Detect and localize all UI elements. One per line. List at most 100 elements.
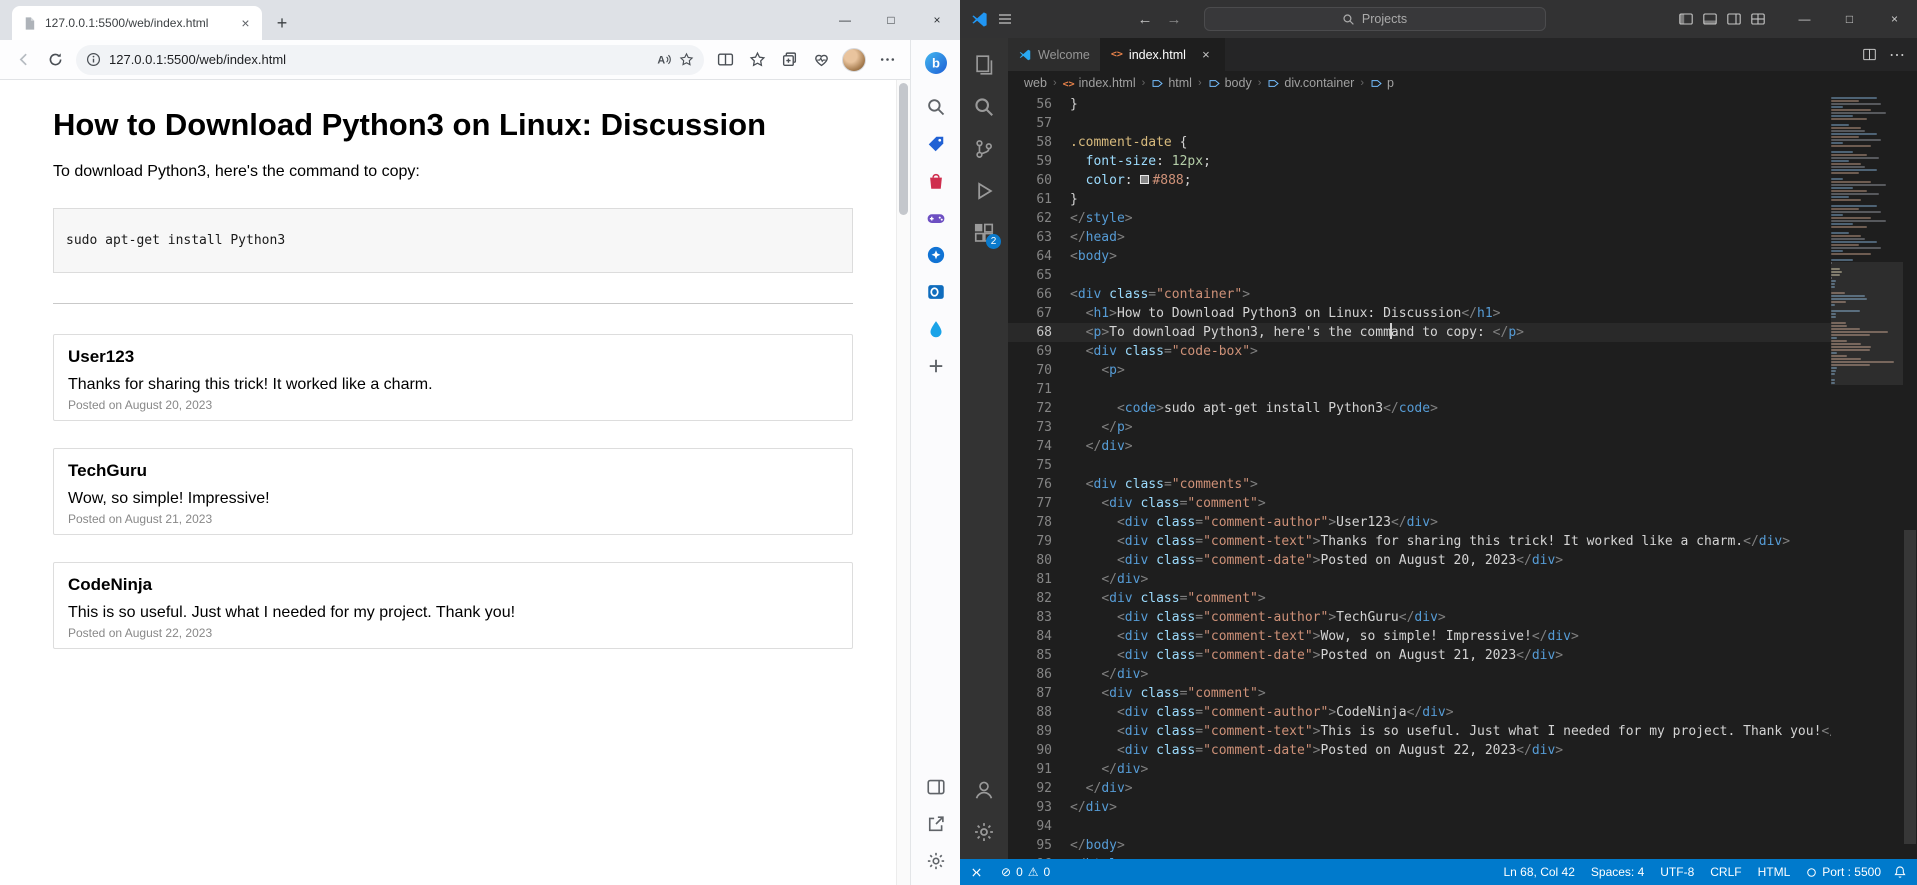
code-line[interactable]: 64<body>: [1008, 247, 1831, 266]
go-back-icon[interactable]: ←: [1138, 11, 1153, 28]
new-tab-button[interactable]: +: [268, 9, 296, 37]
eol-sequence[interactable]: CRLF: [1702, 859, 1749, 885]
code-line[interactable]: 87 <div class="comment">: [1008, 684, 1831, 703]
back-icon[interactable]: [8, 45, 38, 75]
tab-welcome[interactable]: Welcome: [1008, 38, 1101, 71]
code-line[interactable]: 82 <div class="comment">: [1008, 589, 1831, 608]
split-screen-icon[interactable]: [710, 45, 740, 75]
favorites-icon[interactable]: [742, 45, 772, 75]
split-editor-icon[interactable]: [1862, 47, 1877, 62]
code-line[interactable]: 89 <div class="comment-text">This is so …: [1008, 722, 1831, 741]
code-line[interactable]: 68 <p>To download Python3, here's the co…: [1008, 323, 1831, 342]
breadcrumb-item-body[interactable]: body: [1208, 76, 1252, 90]
command-center[interactable]: Projects: [1204, 7, 1546, 31]
minimap-slider[interactable]: [1831, 262, 1903, 385]
browser-tab[interactable]: 127.0.0.1:5500/web/index.html ×: [12, 6, 262, 40]
drop-icon[interactable]: [920, 313, 952, 345]
shopping-icon[interactable]: [920, 128, 952, 160]
tab-close-icon[interactable]: ×: [237, 15, 254, 31]
more-icon[interactable]: [872, 45, 902, 75]
code-line[interactable]: 67 <h1>How to Download Python3 on Linux:…: [1008, 304, 1831, 323]
code-line[interactable]: 95</body>: [1008, 836, 1831, 855]
code-editor[interactable]: 56}5758.comment-date {59 font-size: 12px…: [1008, 95, 1917, 859]
editor-lines[interactable]: 56}5758.comment-date {59 font-size: 12px…: [1008, 95, 1831, 859]
breadcrumb-item-index-html[interactable]: <>index.html: [1063, 76, 1136, 90]
breadcrumb-item-html[interactable]: html: [1151, 76, 1192, 90]
tab-close-icon[interactable]: ×: [1198, 47, 1214, 62]
tab-index-html[interactable]: <> index.html ×: [1101, 38, 1225, 71]
maximize-button[interactable]: □: [1827, 0, 1872, 38]
code-line[interactable]: 74 </div>: [1008, 437, 1831, 456]
maximize-button[interactable]: □: [868, 0, 914, 40]
settings-gear-icon[interactable]: [960, 811, 1008, 853]
code-line[interactable]: 85 <div class="comment-date">Posted on A…: [1008, 646, 1831, 665]
explorer-icon[interactable]: [960, 44, 1008, 86]
code-line[interactable]: 70 <p>: [1008, 361, 1831, 380]
editor-scrollbar-thumb[interactable]: [1904, 530, 1916, 843]
code-line[interactable]: 69 <div class="code-box">: [1008, 342, 1831, 361]
code-line[interactable]: 83 <div class="comment-author">TechGuru<…: [1008, 608, 1831, 627]
search-icon[interactable]: [960, 86, 1008, 128]
copilot-icon[interactable]: b: [920, 47, 952, 79]
favorite-star-icon[interactable]: [679, 52, 694, 67]
microsoft365-icon[interactable]: [920, 239, 952, 271]
code-line[interactable]: 93</div>: [1008, 798, 1831, 817]
editor-scrollbar[interactable]: [1903, 95, 1917, 859]
collections-icon[interactable]: [774, 45, 804, 75]
refresh-icon[interactable]: [40, 45, 70, 75]
page-scrollbar[interactable]: [896, 80, 910, 885]
code-line[interactable]: 60 color: #888;: [1008, 171, 1831, 190]
code-line[interactable]: 94: [1008, 817, 1831, 836]
editor-more-actions-icon[interactable]: ⋯: [1889, 45, 1905, 65]
breadcrumb-item-div-container[interactable]: div.container: [1267, 76, 1354, 90]
customize-layout-icon[interactable]: [1750, 11, 1766, 27]
close-button[interactable]: ×: [914, 0, 960, 40]
code-line[interactable]: 63</head>: [1008, 228, 1831, 247]
code-line[interactable]: 86 </div>: [1008, 665, 1831, 684]
close-button[interactable]: ×: [1872, 0, 1917, 38]
site-info-icon[interactable]: [86, 52, 101, 67]
cursor-position[interactable]: Ln 68, Col 42: [1496, 859, 1583, 885]
code-line[interactable]: 71: [1008, 380, 1831, 399]
notifications-bell-icon[interactable]: [1889, 859, 1917, 885]
breadcrumb-item-web[interactable]: web: [1024, 76, 1047, 90]
open-external-icon[interactable]: [920, 808, 952, 840]
code-line[interactable]: 81 </div>: [1008, 570, 1831, 589]
code-line[interactable]: 57: [1008, 114, 1831, 133]
code-line[interactable]: 91 </div>: [1008, 760, 1831, 779]
code-line[interactable]: 92 </div>: [1008, 779, 1831, 798]
shopping-bag-icon[interactable]: [920, 165, 952, 197]
sidebar-panel-icon[interactable]: [920, 771, 952, 803]
indentation[interactable]: Spaces: 4: [1583, 859, 1652, 885]
code-line[interactable]: 75: [1008, 456, 1831, 475]
extensions-icon[interactable]: 2: [960, 212, 1008, 254]
encoding[interactable]: UTF-8: [1652, 859, 1702, 885]
code-line[interactable]: 61}: [1008, 190, 1831, 209]
minimap[interactable]: [1831, 97, 1903, 859]
code-line[interactable]: 62</style>: [1008, 209, 1831, 228]
minimize-button[interactable]: —: [1782, 0, 1827, 38]
source-control-icon[interactable]: [960, 128, 1008, 170]
search-icon[interactable]: [920, 91, 952, 123]
run-debug-icon[interactable]: [960, 170, 1008, 212]
code-line[interactable]: 80 <div class="comment-date">Posted on A…: [1008, 551, 1831, 570]
code-line[interactable]: 56}: [1008, 95, 1831, 114]
breadcrumb-item-p[interactable]: p: [1370, 76, 1394, 90]
address-url[interactable]: 127.0.0.1:5500/web/index.html: [109, 52, 648, 67]
code-line[interactable]: 96</html>: [1008, 855, 1831, 859]
account-icon[interactable]: [960, 769, 1008, 811]
code-line[interactable]: 90 <div class="comment-date">Posted on A…: [1008, 741, 1831, 760]
code-line[interactable]: 58.comment-date {: [1008, 133, 1831, 152]
code-line[interactable]: 73 </p>: [1008, 418, 1831, 437]
essentials-icon[interactable]: [806, 45, 836, 75]
profile-avatar[interactable]: [842, 48, 866, 72]
toggle-panel-icon[interactable]: [1702, 11, 1718, 27]
code-line[interactable]: 84 <div class="comment-text">Wow, so sim…: [1008, 627, 1831, 646]
code-line[interactable]: 72 <code>sudo apt-get install Python3</c…: [1008, 399, 1831, 418]
toggle-secondary-sidebar-icon[interactable]: [1726, 11, 1742, 27]
scrollbar-thumb[interactable]: [899, 83, 908, 215]
code-line[interactable]: 88 <div class="comment-author">CodeNinja…: [1008, 703, 1831, 722]
code-line[interactable]: 77 <div class="comment">: [1008, 494, 1831, 513]
outlook-icon[interactable]: [920, 276, 952, 308]
code-line[interactable]: 59 font-size: 12px;: [1008, 152, 1831, 171]
